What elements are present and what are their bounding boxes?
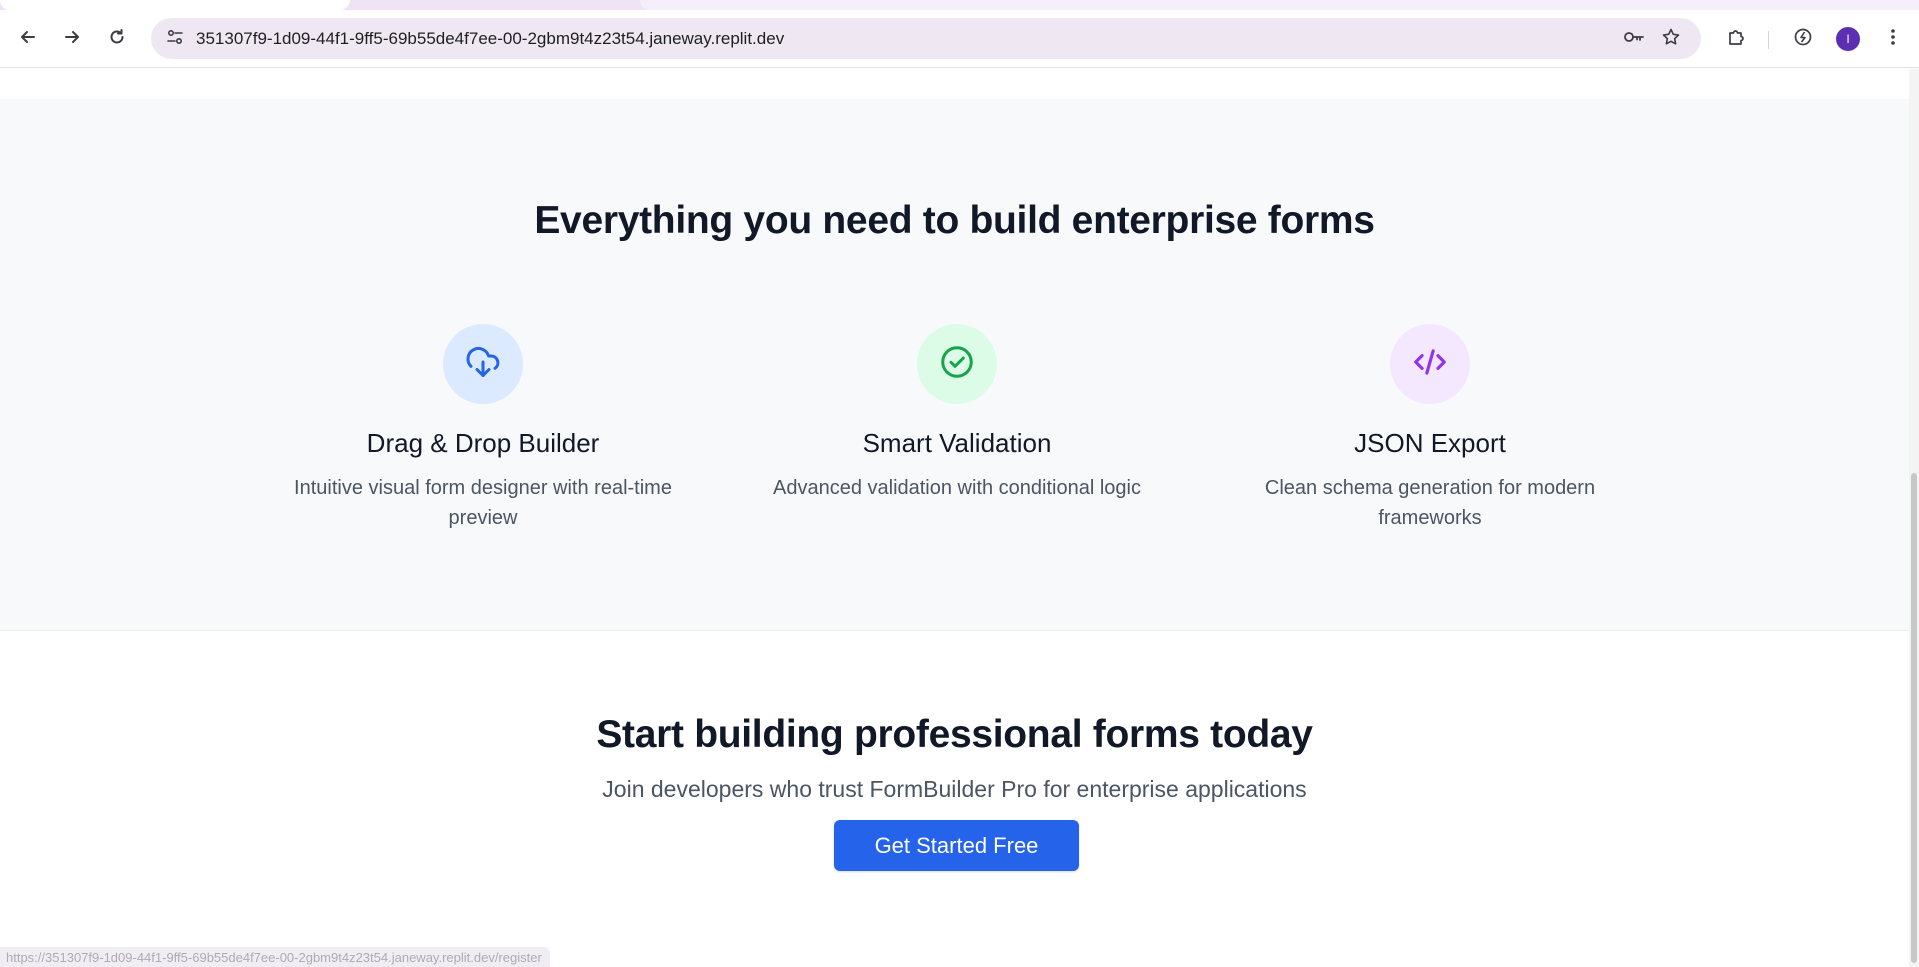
feature-description: Intuitive visual form designer with real…: [294, 477, 672, 529]
key-icon: [1623, 29, 1645, 50]
cloud-download-icon: [465, 344, 501, 385]
extensions-button[interactable]: [1721, 24, 1751, 54]
scrollbar-thumb[interactable]: [1911, 473, 1917, 963]
reload-icon: [107, 27, 127, 52]
star-icon: [1661, 27, 1681, 52]
bookmark-button[interactable]: [1659, 27, 1683, 51]
arrow-right-icon: [62, 27, 82, 52]
cta-heading: Start building professional forms today: [596, 713, 1313, 756]
browser-tab[interactable]: [0, 0, 350, 10]
feature-title: Drag & Drop Builder: [366, 428, 600, 458]
speedometer-icon: [1793, 27, 1813, 52]
address-bar[interactable]: 351307f9-1d09-44f1-9ff5-69b55de4f7ee-00-…: [151, 18, 1701, 59]
browser-toolbar: 351307f9-1d09-44f1-9ff5-69b55de4f7ee-00-…: [0, 10, 1919, 68]
cta-subtitle: Join developers who trust FormBuilder Pr…: [602, 776, 1307, 802]
feature-title: Smart Validation: [862, 428, 1052, 458]
check-circle-icon: [939, 344, 975, 385]
previous-section-edge: [0, 69, 1909, 99]
get-started-button[interactable]: Get Started Free: [834, 820, 1079, 871]
feature-icon-badge: [443, 324, 523, 404]
reload-button[interactable]: [102, 24, 132, 54]
toolbar-divider: [1768, 31, 1769, 49]
feature-description: Clean schema generation for modern frame…: [1264, 477, 1596, 529]
features-heading: Everything you need to build enterprise …: [534, 199, 1375, 242]
profile-initial: I: [1846, 32, 1850, 46]
feature-card-drag-drop: Drag & Drop Builder Intuitive visual for…: [273, 324, 693, 533]
url-text[interactable]: 351307f9-1d09-44f1-9ff5-69b55de4f7ee-00-…: [196, 29, 784, 49]
browser-menu-button[interactable]: [1878, 24, 1908, 54]
password-key-button[interactable]: [1622, 27, 1646, 51]
profile-avatar[interactable]: I: [1836, 27, 1860, 51]
feature-card-json-export: JSON Export Clean schema generation for …: [1220, 324, 1640, 533]
performance-button[interactable]: [1788, 24, 1818, 54]
browser-tab-inactive[interactable]: [640, 0, 1919, 10]
feature-icon-badge: [1390, 324, 1470, 404]
features-section: Everything you need to build enterprise …: [0, 99, 1909, 631]
site-info-button[interactable]: [161, 25, 189, 53]
forward-button[interactable]: [57, 24, 87, 54]
feature-icon-badge: [917, 324, 997, 404]
feature-description: Advanced validation with conditional log…: [772, 477, 1141, 499]
tab-strip: [0, 0, 1919, 10]
more-vertical-icon: [1890, 27, 1896, 52]
puzzle-icon: [1726, 27, 1746, 52]
code-icon: [1411, 343, 1449, 386]
cta-section: Start building professional forms today …: [0, 631, 1909, 967]
feature-title: JSON Export: [1354, 428, 1506, 458]
tune-icon: [166, 28, 184, 51]
back-button[interactable]: [13, 24, 43, 54]
link-status-bar: https://351307f9-1d09-44f1-9ff5-69b55de4…: [0, 947, 550, 967]
feature-card-validation: Smart Validation Advanced validation wit…: [747, 324, 1167, 503]
arrow-left-icon: [18, 27, 38, 52]
page-viewport: Everything you need to build enterprise …: [0, 69, 1919, 967]
